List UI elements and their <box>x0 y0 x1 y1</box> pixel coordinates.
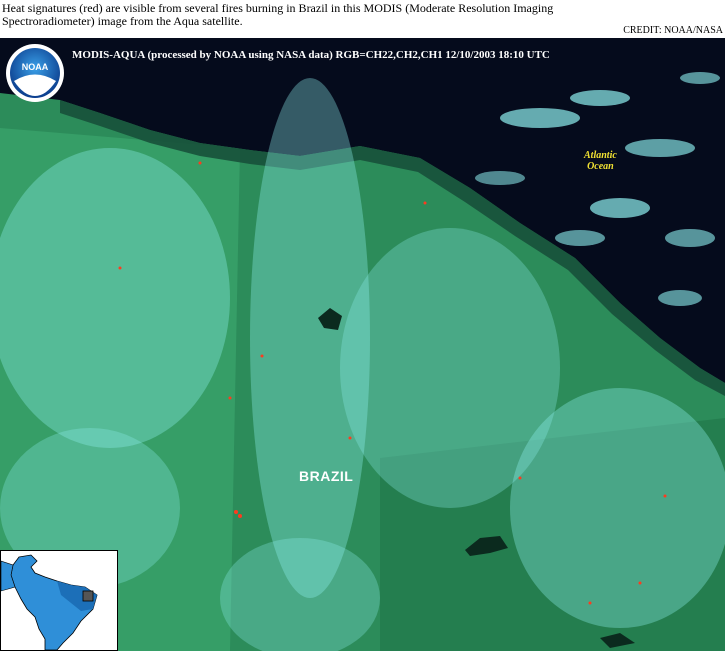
noaa-logo-text: NOAA <box>21 62 49 72</box>
inset-highlight-box <box>82 590 94 602</box>
satellite-image: MODIS-AQUA (processed by NOAA using NASA… <box>0 38 725 651</box>
ocean-label-line2: Ocean <box>587 161 614 172</box>
ocean-label: Atlantic Ocean <box>584 150 617 172</box>
ocean-label-line1: Atlantic <box>584 150 617 161</box>
credit-text: CREDIT: NOAA/NASA <box>623 25 723 36</box>
inset-map-drawing <box>1 551 117 650</box>
caption-area: Heat signatures (red) are visible from s… <box>0 0 725 38</box>
country-label: BRAZIL <box>299 468 354 484</box>
caption-text: Heat signatures (red) are visible from s… <box>2 1 554 28</box>
inset-map <box>0 550 118 651</box>
noaa-logo: NOAA <box>6 44 64 102</box>
image-header: MODIS-AQUA (processed by NOAA using NASA… <box>72 49 550 61</box>
